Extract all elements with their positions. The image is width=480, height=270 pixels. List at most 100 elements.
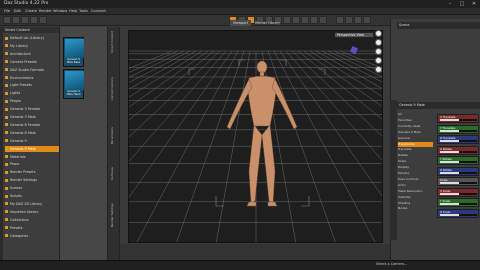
library-item[interactable]: DAZ Studio Formats	[5, 67, 59, 73]
slider-fill	[440, 140, 459, 142]
parameter-tree-item[interactable]: Pose Controls	[398, 177, 433, 182]
slider-track[interactable]	[440, 140, 477, 142]
library-item[interactable]: Genesis 3 Female	[5, 106, 59, 112]
parameter-tree-item[interactable]: Actor	[398, 183, 433, 188]
library-item[interactable]: Scenes	[5, 185, 59, 191]
close-button[interactable]: ✕	[468, 0, 480, 8]
parameter-tree-item[interactable]: Genesis 9 Male	[398, 130, 433, 135]
library-item[interactable]: Lights	[5, 90, 59, 96]
menu-connect[interactable]: Connect	[91, 9, 106, 13]
library-item[interactable]: Genesis 9	[5, 138, 59, 144]
parameter-slider[interactable]: X Translate	[437, 114, 479, 123]
parameter-tree-item[interactable]: General	[398, 136, 433, 141]
menu-tools[interactable]: Tools	[79, 9, 88, 13]
tab-smart-content[interactable]: Smart Content	[110, 31, 118, 53]
library-item[interactable]: Architecture	[5, 51, 59, 57]
parameter-tree-item[interactable]: Rotate	[398, 153, 433, 158]
slider-track[interactable]	[440, 192, 477, 195]
parameter-tree-item[interactable]: All	[398, 112, 433, 117]
parameter-tree-item[interactable]: Favorites	[398, 118, 433, 123]
parameter-tree-item[interactable]: Scale	[398, 159, 433, 164]
tab-surfaces[interactable]: Surfaces	[110, 167, 118, 180]
library-item[interactable]: Genesis 9 Male	[5, 145, 59, 152]
folder-icon	[5, 210, 8, 214]
library-item[interactable]: Render Settings	[5, 177, 59, 183]
menu-window[interactable]: Window	[53, 9, 67, 13]
library-item[interactable]: Genesis 8 Male	[5, 130, 59, 136]
pan-icon[interactable]	[375, 39, 382, 46]
slider-track[interactable]	[440, 182, 477, 184]
library-item[interactable]: Props	[5, 161, 59, 167]
axis-cube-icon[interactable]	[350, 46, 358, 54]
figure-genesis-9-male[interactable]	[226, 60, 298, 207]
parameter-tree-item[interactable]: Currently Used	[398, 124, 433, 129]
library-item[interactable]: Genesis 3 Male	[5, 114, 59, 120]
parameter-slider[interactable]: Z Scale	[437, 208, 479, 218]
undo-icon[interactable]	[30, 16, 38, 24]
library-item[interactable]: Presets	[5, 225, 59, 231]
parameter-slider[interactable]: X Rotate	[437, 145, 479, 155]
tab-render-settings[interactable]: Render Settings	[110, 203, 118, 227]
3d-viewport[interactable]: Perspective View	[128, 30, 383, 243]
open-icon[interactable]	[12, 16, 20, 24]
library-item[interactable]: Light Presets	[5, 82, 59, 88]
menu-create[interactable]: Create	[25, 9, 37, 13]
orbit-icon[interactable]	[375, 30, 382, 37]
frame-icon[interactable]	[375, 57, 382, 64]
tab-content-library[interactable]: Content Library	[110, 77, 118, 100]
menu-render[interactable]: Render	[39, 9, 52, 13]
library-item[interactable]: My Library	[5, 43, 59, 49]
library-item[interactable]: Default Lib (Library)	[5, 35, 59, 41]
parameter-tree-item[interactable]: Transforms	[398, 141, 433, 147]
redo-icon[interactable]	[39, 16, 47, 24]
tab-parameters[interactable]: Parameters	[110, 127, 118, 144]
slider-track[interactable]	[440, 203, 477, 205]
library-item[interactable]: Collections	[5, 217, 59, 223]
parameter-tree-item[interactable]: Shading	[398, 201, 433, 206]
library-item[interactable]: Camera Presets	[5, 59, 59, 65]
slider-track[interactable]	[440, 129, 477, 132]
parameter-tree-item[interactable]: Morphs	[398, 171, 433, 176]
minimize-button[interactable]: –	[444, 0, 456, 8]
new-scene-icon[interactable]	[3, 16, 11, 24]
zoom-icon[interactable]	[375, 48, 382, 55]
parameter-slider[interactable]: X Scale	[437, 187, 479, 197]
library-item[interactable]: Imported Library	[5, 209, 59, 215]
menu-edit[interactable]: Edit	[14, 9, 21, 13]
parameter-tree-item[interactable]: Display	[398, 165, 433, 170]
slider-track[interactable]	[440, 171, 477, 174]
rotate-view-icon[interactable]	[375, 66, 382, 73]
parameter-slider[interactable]: Z Translate	[437, 135, 479, 144]
library-item[interactable]: Materials	[5, 154, 59, 160]
slider-track[interactable]	[440, 150, 477, 153]
parameter-slider[interactable]: Scale	[437, 177, 479, 186]
maximize-button[interactable]: □	[456, 0, 468, 8]
library-item[interactable]: People	[5, 98, 59, 104]
library-item[interactable]: My DAZ 3D Library	[5, 201, 59, 207]
slider-track[interactable]	[440, 119, 477, 121]
library-item[interactable]: Categories	[5, 233, 59, 239]
parameter-slider[interactable]: Y Scale	[437, 198, 479, 207]
library-item[interactable]: Genesis 8 Female	[5, 122, 59, 128]
thumbnail-image	[65, 39, 84, 58]
parameter-tree-item[interactable]: Mesh Resolution	[398, 189, 433, 194]
tab-render-library[interactable]: Render Library	[252, 20, 283, 26]
tab-viewport[interactable]: Viewport	[230, 20, 251, 26]
parameter-slider[interactable]: Z Rotate	[437, 166, 479, 176]
slider-track[interactable]	[440, 213, 477, 216]
library-item[interactable]: Render Presets	[5, 169, 59, 175]
parameters-header[interactable]: Genesis 9 Male	[397, 102, 480, 109]
library-item[interactable]: Scripts	[5, 193, 59, 199]
menu-file[interactable]: File	[4, 9, 10, 13]
thumbnail-item[interactable]: Genesis 9 Male Base	[63, 37, 84, 67]
menu-help[interactable]: Help	[69, 9, 77, 13]
parameter-tree-item[interactable]: Translate	[398, 147, 433, 152]
parameter-tree-item[interactable]: Visibility	[398, 195, 433, 200]
library-item[interactable]: Environments	[5, 75, 59, 81]
parameter-tree-item[interactable]: Nodes	[398, 206, 433, 211]
parameter-slider[interactable]: Y Rotate	[437, 156, 479, 165]
slider-track[interactable]	[440, 161, 477, 163]
parameter-slider[interactable]: Y Translate	[437, 124, 479, 134]
save-icon[interactable]	[21, 16, 29, 24]
thumbnail-item[interactable]: Genesis 9 Male Head	[63, 69, 84, 99]
